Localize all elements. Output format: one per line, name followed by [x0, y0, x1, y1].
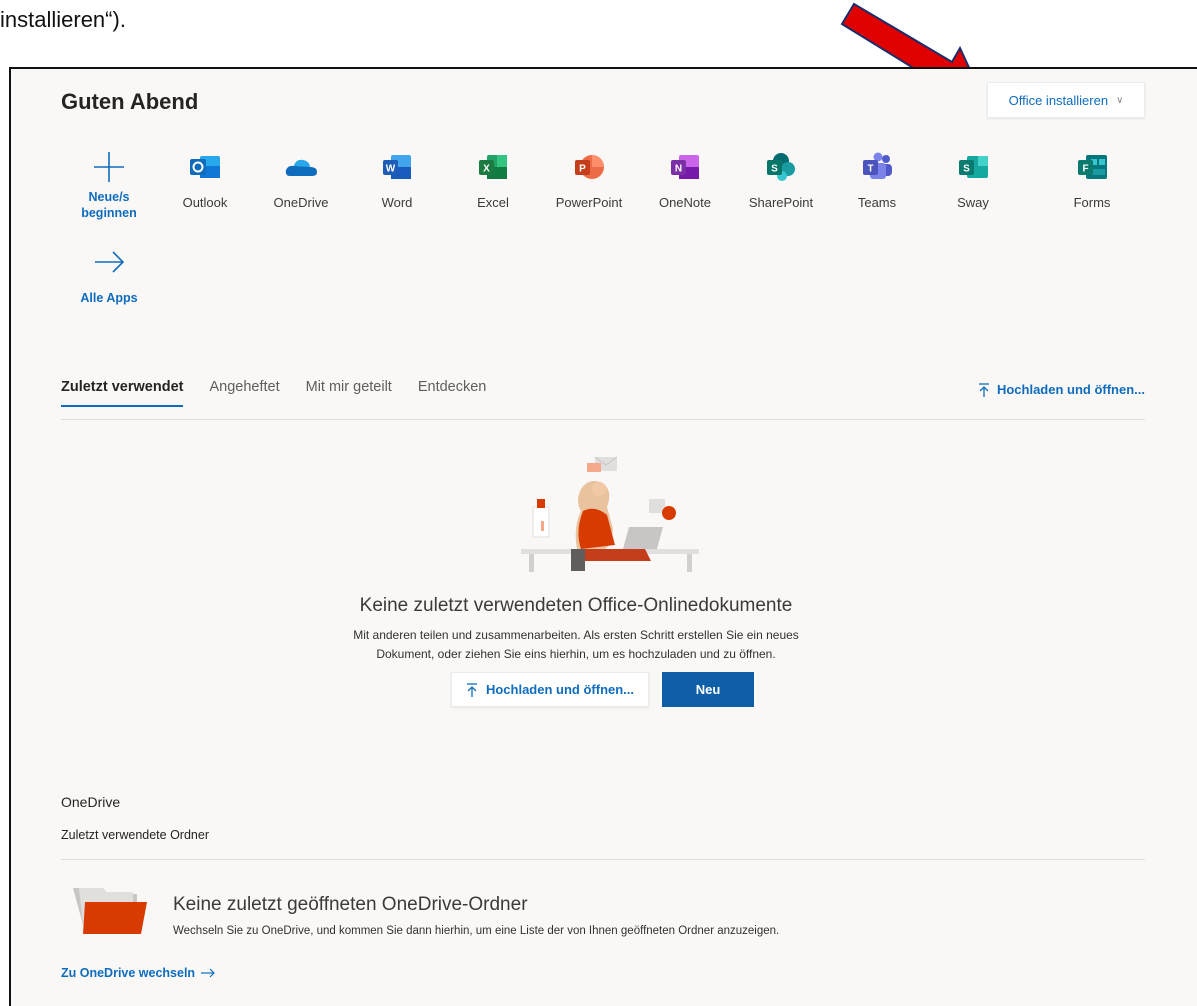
upload-icon — [978, 382, 989, 397]
svg-text:F: F — [1082, 164, 1088, 175]
empty-state-description: Mit anderen teilen und zusammenarbeiten.… — [11, 626, 1141, 664]
go-to-onedrive-label: Zu OneDrive wechseln — [61, 966, 196, 980]
empty-state-title: Keine zuletzt verwendeten Office-Onlined… — [359, 595, 793, 616]
svg-text:T: T — [867, 164, 873, 175]
app-powerpoint-label: PowerPoint — [555, 195, 623, 210]
app-word-label: Word — [381, 195, 413, 210]
svg-text:N: N — [675, 164, 682, 175]
empty-state-illustration — [521, 456, 699, 572]
upload-open-button[interactable]: Hochladen und öffnen... — [451, 672, 649, 707]
all-apps-label: Alle Apps — [80, 291, 138, 305]
onedrive-empty-title: Keine zuletzt geöffneten OneDrive-Ordner — [173, 894, 528, 915]
sway-icon: S — [956, 150, 990, 184]
app-new-label-line2: beginnen — [81, 206, 137, 220]
onedrive-section-subtitle: Zuletzt verwendete Ordner — [61, 828, 209, 842]
office-install-button[interactable]: Office installieren ∨ — [987, 82, 1145, 118]
app-excel-label: Excel — [477, 195, 509, 210]
teams-icon: T — [860, 150, 894, 184]
all-apps-link[interactable]: Alle Apps — [64, 245, 154, 306]
upload-open-link-label: Hochladen und öffnen... — [996, 382, 1145, 397]
upload-open-link[interactable]: Hochladen und öffnen... — [978, 382, 1145, 397]
plus-icon — [92, 150, 126, 184]
tab-shared[interactable]: Mit mir geteilt — [306, 379, 392, 407]
app-teams-label: Teams — [857, 195, 897, 210]
app-new[interactable]: Neue/s beginnen — [64, 150, 154, 221]
empty-state-desc-line1: Mit anderen teilen und zusammenarbeiten.… — [353, 628, 799, 642]
office-home-page: Guten Abend Office installieren ∨ Neue/s… — [9, 67, 1197, 1006]
app-new-label-line1: Neue/s — [88, 190, 130, 204]
app-sharepoint-label: SharePoint — [748, 195, 814, 210]
upload-open-button-label: Hochladen und öffnen... — [485, 682, 635, 697]
divider — [61, 859, 1145, 860]
svg-text:P: P — [579, 164, 586, 175]
new-document-button[interactable]: Neu — [662, 672, 754, 707]
app-sharepoint[interactable]: S SharePoint — [736, 150, 826, 211]
tab-recent[interactable]: Zuletzt verwendet — [61, 379, 184, 407]
outlook-icon — [188, 150, 222, 184]
document-text: installieren“). — [0, 7, 126, 32]
app-sway[interactable]: S Sway — [928, 150, 1018, 211]
onedrive-empty-description: Wechseln Sie zu OneDrive, und kommen Sie… — [173, 925, 780, 937]
app-excel[interactable]: X Excel — [448, 150, 538, 211]
tab-pinned[interactable]: Angeheftet — [209, 379, 279, 407]
app-onedrive-label: OneDrive — [273, 195, 329, 210]
excel-icon: X — [476, 150, 510, 184]
arrow-right-icon — [201, 968, 215, 978]
app-outlook[interactable]: Outlook — [160, 150, 250, 211]
go-to-onedrive-link[interactable]: Zu OneDrive wechseln — [61, 966, 215, 980]
empty-state-desc-line2: Dokument, oder ziehen Sie eins hierhin, … — [376, 647, 776, 661]
upload-icon — [466, 682, 477, 697]
app-forms-label: Forms — [1073, 195, 1111, 210]
word-icon: W — [380, 150, 414, 184]
arrow-right-icon — [92, 245, 126, 279]
app-outlook-label: Outlook — [182, 195, 228, 210]
app-onenote-label: OneNote — [658, 195, 712, 210]
tab-discover[interactable]: Entdecken — [418, 379, 487, 407]
app-word[interactable]: W Word — [352, 150, 442, 211]
app-powerpoint[interactable]: P PowerPoint — [544, 150, 634, 211]
app-forms[interactable]: F Forms — [1047, 150, 1137, 211]
app-sway-label: Sway — [957, 195, 989, 210]
office-install-label: Office installieren — [1008, 92, 1109, 108]
documents-tabs: Zuletzt verwendet Angeheftet Mit mir get… — [61, 379, 512, 407]
folder-icon — [73, 888, 147, 934]
onedrive-section-title: OneDrive — [61, 794, 121, 810]
app-teams[interactable]: T Teams — [832, 150, 922, 211]
app-onedrive[interactable]: OneDrive — [256, 150, 346, 211]
forms-icon: F — [1075, 150, 1109, 184]
svg-text:W: W — [386, 164, 396, 175]
chevron-down-icon: ∨ — [1116, 94, 1124, 106]
onedrive-icon — [284, 150, 318, 184]
divider — [61, 419, 1145, 420]
svg-text:X: X — [483, 164, 490, 175]
onenote-icon: N — [668, 150, 702, 184]
svg-text:S: S — [963, 164, 970, 175]
greeting-title: Guten Abend — [61, 89, 199, 114]
app-onenote[interactable]: N OneNote — [640, 150, 730, 211]
sharepoint-icon: S — [764, 150, 798, 184]
svg-text:S: S — [771, 164, 778, 175]
powerpoint-icon: P — [572, 150, 606, 184]
